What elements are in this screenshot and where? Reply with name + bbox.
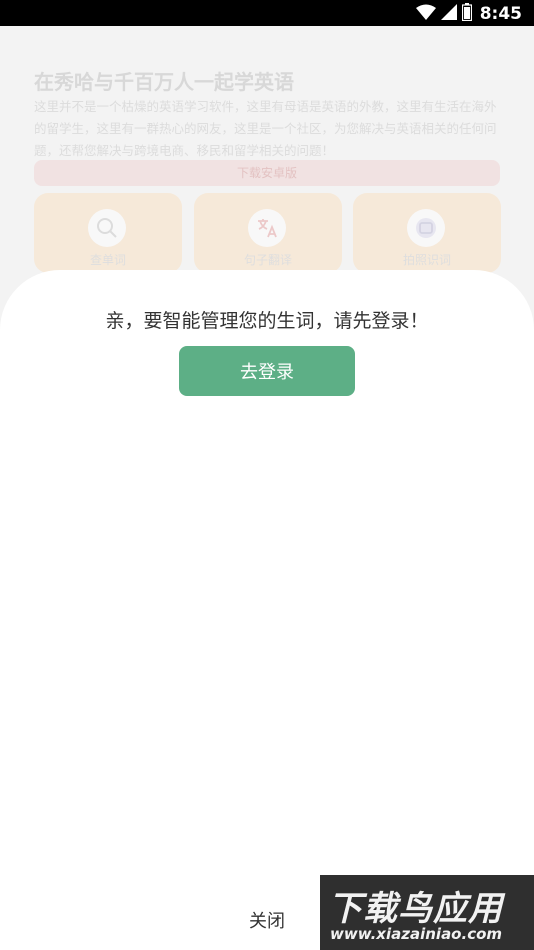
watermark-url: www.xiazainiao.com — [330, 925, 503, 943]
search-icon — [88, 209, 126, 247]
download-android-button[interactable]: 下载安卓版 — [34, 160, 500, 186]
login-button[interactable]: 去登录 — [179, 346, 355, 396]
login-sheet: 亲，要智能管理您的生词，请先登录！ 去登录 关闭 — [0, 270, 534, 950]
bg-title: 在秀哈与千百万人一起学英语 — [34, 70, 294, 94]
status-icons: 8:45 — [415, 3, 522, 25]
signal-icon — [440, 4, 457, 24]
card-label: 查单词 — [89, 253, 126, 267]
camera-icon — [407, 209, 445, 247]
status-time: 8:45 — [479, 4, 522, 24]
login-prompt: 亲，要智能管理您的生词，请先登录！ — [105, 310, 429, 332]
watermark-text: 下载鸟应用 — [328, 889, 503, 929]
status-bar: 8:45 — [0, 0, 534, 26]
photo-word-card[interactable]: 拍照识词 — [353, 193, 501, 273]
lookup-word-card[interactable]: 查单词 — [34, 193, 182, 273]
card-label: 句子翻译 — [243, 253, 292, 267]
battery-icon — [461, 3, 472, 25]
wifi-icon — [415, 4, 436, 24]
card-label: 拍照识词 — [402, 253, 451, 267]
translate-sentence-card[interactable]: 句子翻译 — [194, 193, 342, 273]
translate-icon — [248, 209, 286, 247]
close-button[interactable]: 关闭 — [232, 900, 302, 940]
watermark-logo: 下载鸟应用 www.xiazainiao.com — [320, 875, 534, 950]
bg-description: 这里并不是一个枯燥的英语学习软件，这里有母语是英语的外教，这里有生活在海外的留学… — [34, 99, 497, 158]
